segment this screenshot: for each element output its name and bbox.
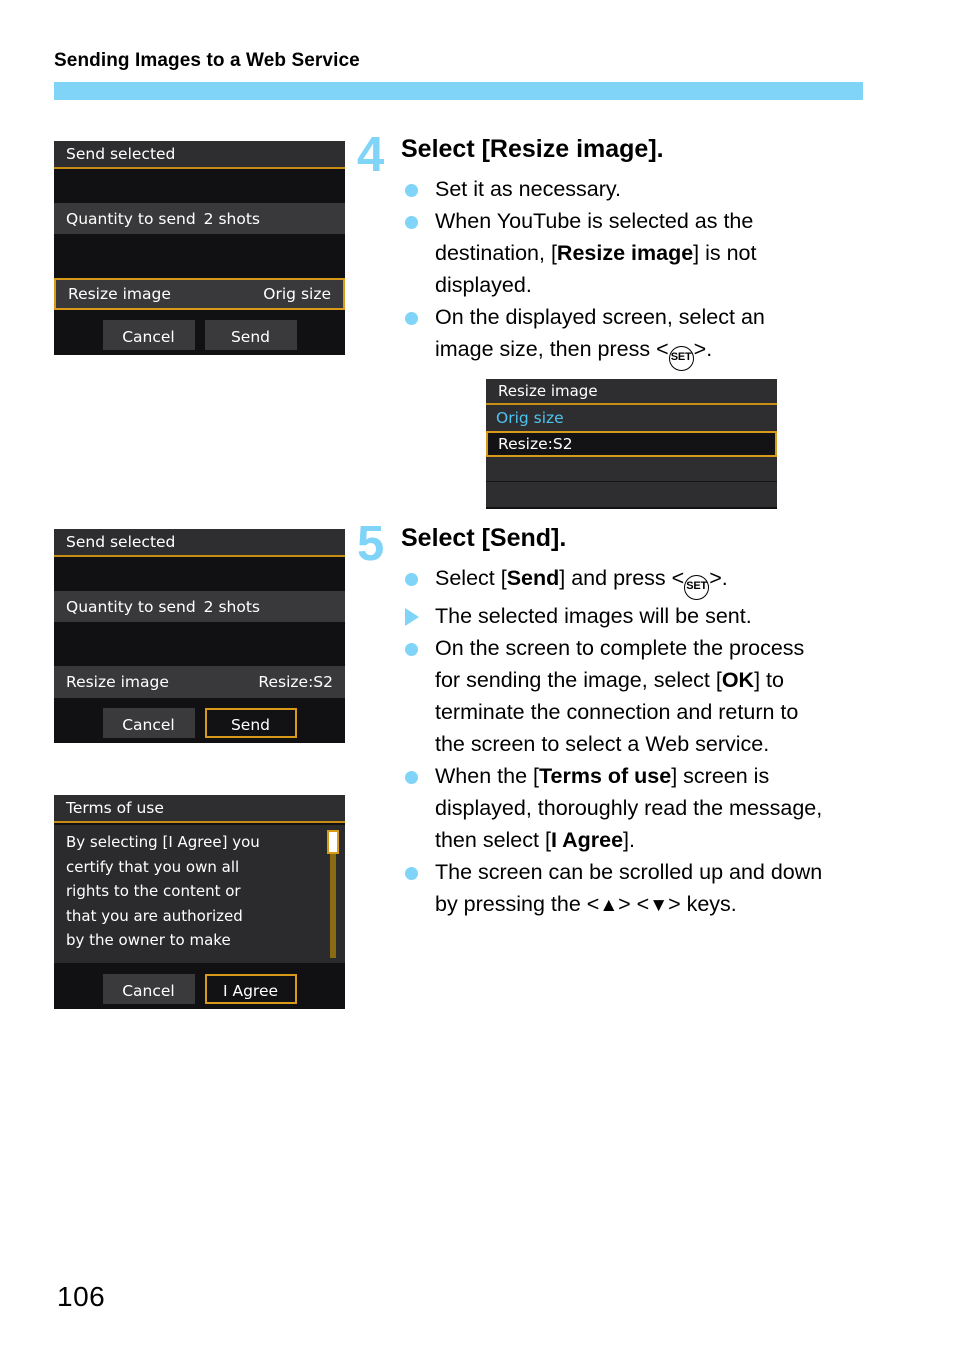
dialog-title: Resize image (486, 379, 777, 405)
cancel-button[interactable]: Cancel (102, 974, 195, 1004)
step-number: 4 (357, 128, 385, 182)
resize-image-value: Resize:S2 (258, 673, 333, 691)
send-button[interactable]: Send (204, 708, 297, 738)
camera-screen-send-selected-s2: Send selected Quantity to send 2 shots R… (54, 529, 345, 743)
camera-screen-terms-of-use: Terms of use By selecting [I Agree] you … (54, 795, 345, 1009)
scrollbar-thumb[interactable] (327, 830, 339, 854)
row-quantity-to-send[interactable]: Quantity to send 2 shots (54, 203, 345, 234)
bullet-text: When the [ (435, 764, 539, 788)
page-number: 106 (57, 1281, 106, 1312)
quantity-label: Quantity to send (66, 209, 196, 228)
spacer-row (54, 559, 345, 591)
i-agree-button[interactable]: I Agree (204, 974, 297, 1004)
bullet-text: On the displayed screen, select an image… (435, 305, 765, 361)
option-resize-s2[interactable]: Resize:S2 (486, 431, 777, 457)
step-number: 5 (357, 517, 385, 571)
bullet-text: The selected images will be sent. (435, 604, 752, 628)
quantity-label: Quantity to send (66, 597, 196, 616)
bullet-item: Set it as necessary. (401, 173, 827, 205)
bullet-text: >. (693, 337, 713, 361)
quantity-value: 2 shots (203, 209, 260, 228)
option-orig-size[interactable]: Orig size (486, 405, 777, 431)
terms-line: certify that you own all (66, 857, 240, 876)
bullet-triangle-icon (405, 608, 419, 626)
bullet-text-bold: Terms of use (538, 764, 672, 788)
running-head: Sending Images to a Web Service (54, 50, 360, 71)
bullet-text: ] and press < (559, 566, 685, 590)
terms-line: By selecting [I Agree] you (66, 833, 260, 851)
bullet-text-bold: Send (506, 566, 560, 590)
button-bar: Cancel Send (54, 315, 345, 355)
button-bar: Cancel Send (54, 703, 345, 743)
bullet-dot-icon (405, 771, 418, 784)
screen-title: Terms of use (54, 795, 345, 823)
up-arrow-icon: ▲ (599, 895, 619, 916)
terms-line: that you are authorized (66, 906, 243, 925)
option-blank-row (486, 457, 777, 481)
set-key-icon: SET (684, 575, 710, 600)
bullet-text-bold: Resize image (556, 241, 694, 265)
option-blank-row (486, 481, 777, 507)
screen-title: Send selected (54, 529, 345, 557)
cancel-button[interactable]: Cancel (102, 708, 195, 738)
step-title: Select [Resize image]. (401, 135, 664, 163)
terms-body-text: By selecting [I Agree] you certify that … (54, 825, 345, 963)
bullet-text-bold: I Agree (550, 828, 624, 852)
screen-title: Send selected (54, 141, 345, 169)
bullet-text: >. (709, 566, 728, 590)
bullet-dot-icon (405, 312, 418, 325)
bullet-item: The selected images will be sent. (401, 600, 827, 632)
bullet-item: When the [Terms of use] screen is displa… (401, 760, 827, 856)
cancel-button[interactable]: Cancel (102, 320, 195, 350)
spacer-row (54, 234, 345, 278)
bullet-dot-icon (405, 643, 418, 656)
bullet-item: On the displayed screen, select an image… (401, 301, 827, 371)
down-arrow-icon: ▼ (649, 895, 669, 916)
bullet-text-bold: OK (721, 668, 755, 692)
bullet-dot-icon (405, 216, 418, 229)
row-resize-image[interactable]: Resize image Orig size (54, 278, 345, 310)
quantity-value: 2 shots (203, 597, 260, 616)
bullet-item: On the screen to complete the process fo… (401, 632, 827, 760)
step-title: Select [Send]. (401, 524, 567, 552)
bullet-text: Select [ (435, 566, 507, 590)
step-bullets: Select [Send] and press < SET>. The selec… (401, 562, 827, 922)
send-button[interactable]: Send (204, 320, 297, 350)
bullet-text: > keys. (668, 892, 737, 916)
bullet-item: The screen can be scrolled up and down b… (401, 856, 827, 922)
bullet-text: Set it as necessary. (435, 177, 622, 201)
bullet-text: When YouTube is selected as the (435, 209, 754, 233)
terms-line: rights to the content or (66, 882, 241, 900)
bullet-item: When YouTube is selected as the destinat… (401, 205, 827, 301)
resize-image-label: Resize image (66, 673, 169, 691)
spacer-row (54, 622, 345, 666)
set-key-icon: SET (668, 346, 694, 371)
bullet-text: destination, [ (435, 241, 557, 265)
step-bullets: Set it as necessary. When YouTube is sel… (401, 173, 827, 371)
bullet-text: ]. (623, 828, 635, 852)
bullet-dot-icon (405, 867, 418, 880)
bullet-dot-icon (405, 184, 418, 197)
camera-screen-send-selected-orig: Send selected Quantity to send 2 shots R… (54, 141, 345, 355)
camera-screen-resize-image-dialog: Resize image Orig size Resize:S2 (486, 379, 777, 509)
bullet-item: Select [Send] and press < SET>. (401, 562, 827, 600)
resize-image-label: Resize image (68, 285, 171, 303)
scrollbar[interactable] (327, 830, 339, 958)
button-bar: Cancel I Agree (54, 969, 345, 1009)
terms-line: by the owner to make (66, 931, 231, 949)
row-quantity-to-send[interactable]: Quantity to send 2 shots (54, 591, 345, 622)
spacer-row (54, 171, 345, 203)
header-rule (54, 82, 863, 100)
resize-image-value: Orig size (263, 285, 331, 303)
row-resize-image[interactable]: Resize image Resize:S2 (54, 666, 345, 698)
bullet-dot-icon (405, 573, 418, 586)
bullet-text: > < (618, 892, 650, 916)
